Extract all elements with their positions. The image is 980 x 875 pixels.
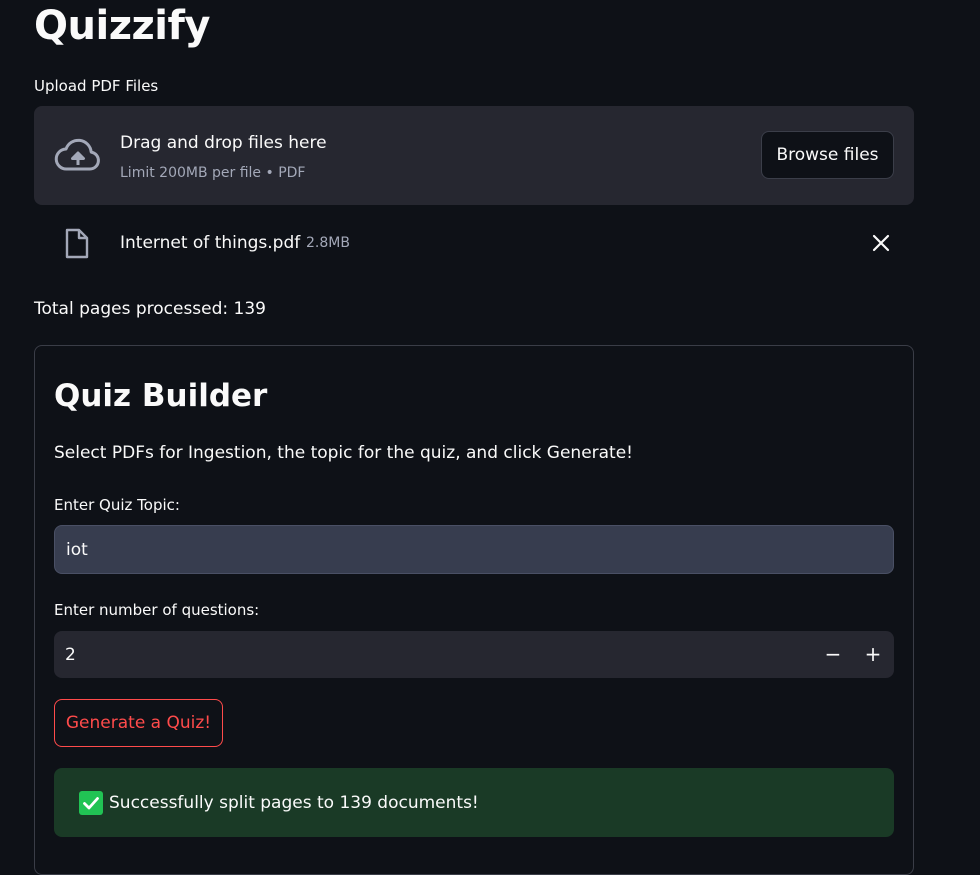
file-dropzone[interactable]: Drag and drop files here Limit 200MB per… <box>34 106 914 205</box>
increment-button[interactable]: + <box>853 631 893 678</box>
pages-processed-text: Total pages processed: 139 <box>34 299 266 319</box>
num-questions-label: Enter number of questions: <box>54 601 260 619</box>
success-message: Successfully split pages to 139 document… <box>109 793 479 813</box>
decrement-button[interactable]: − <box>813 631 853 678</box>
cloud-upload-icon <box>54 138 100 171</box>
num-questions-stepper: − + <box>54 631 894 678</box>
app-title: Quizzify <box>34 3 210 49</box>
file-icon <box>65 228 89 259</box>
browse-files-button[interactable]: Browse files <box>761 131 894 179</box>
dropzone-limit: Limit 200MB per file • PDF <box>120 165 306 181</box>
quiz-topic-input[interactable] <box>54 525 894 574</box>
quiz-topic-label: Enter Quiz Topic: <box>54 496 180 514</box>
quiz-builder-title: Quiz Builder <box>54 378 268 414</box>
quiz-builder-description: Select PDFs for Ingestion, the topic for… <box>54 443 633 463</box>
file-size: 2.8MB <box>306 235 350 251</box>
dropzone-title: Drag and drop files here <box>120 133 327 153</box>
quiz-builder-panel: Quiz Builder Select PDFs for Ingestion, … <box>34 345 914 875</box>
upload-label: Upload PDF Files <box>34 77 159 95</box>
generate-quiz-button[interactable]: Generate a Quiz! <box>54 699 223 747</box>
num-questions-input[interactable] <box>54 631 814 678</box>
file-name: Internet of things.pdf <box>120 233 301 253</box>
check-mark-icon <box>79 791 103 815</box>
uploaded-file-row: Internet of things.pdf 2.8MB <box>34 220 914 266</box>
success-alert: Successfully split pages to 139 document… <box>54 768 894 837</box>
close-icon[interactable] <box>870 232 892 254</box>
